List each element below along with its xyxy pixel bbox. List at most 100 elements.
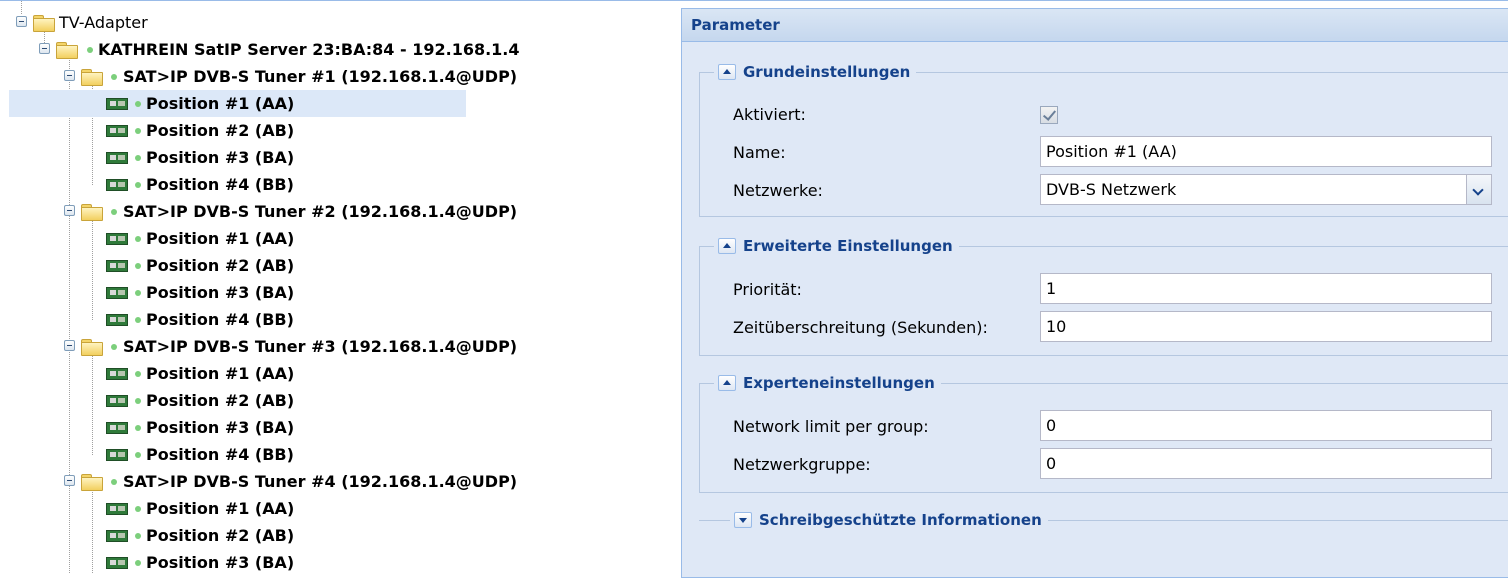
adapter-tree: TV-Adapter KATHREIN SatIP Server 23:BA:8…	[0, 1, 672, 573]
tree-node-label: Position #3 (BA)	[146, 283, 295, 302]
status-online-icon	[135, 236, 141, 242]
panel-splitter[interactable]	[672, 1, 681, 573]
tree-node-position[interactable]: Position #3 (BA)	[0, 414, 672, 441]
tree-node-position[interactable]: Position #3 (BA)	[0, 279, 672, 306]
panel-title: Parameter	[691, 16, 780, 34]
expand-section-icon[interactable]	[734, 512, 752, 528]
status-online-icon	[87, 47, 93, 53]
tree-node-position-selected[interactable]: Position #1 (AA)	[9, 90, 466, 117]
folder-icon	[81, 474, 103, 491]
fieldset-legend: Schreibgeschützte Informationen	[730, 508, 1048, 532]
collapse-icon[interactable]	[64, 340, 75, 351]
tree-node-position[interactable]: Position #4 (BB)	[0, 306, 672, 333]
tree-node-label: Position #2 (AB)	[146, 256, 295, 275]
status-online-icon	[111, 479, 117, 485]
tree-node-position[interactable]: Position #3 (BA)	[0, 549, 672, 573]
networks-select[interactable]: DVB-S Netzwerk	[1040, 174, 1492, 205]
parameter-panel: Parameter Grundeinstellungen Aktiviert: …	[681, 8, 1508, 578]
networks-select-value: DVB-S Netzwerk	[1046, 180, 1177, 199]
tuner-card-icon	[106, 98, 128, 110]
tree-node-server[interactable]: KATHREIN SatIP Server 23:BA:84 - 192.168…	[0, 36, 672, 63]
status-online-icon	[135, 155, 141, 161]
tuner-card-icon	[106, 395, 128, 407]
tree-node-label: Position #3 (BA)	[146, 553, 295, 572]
collapse-section-icon[interactable]	[718, 64, 736, 80]
tree-node-position[interactable]: Position #1 (AA)	[0, 225, 672, 252]
tree-node-tuner-4[interactable]: SAT>IP DVB-S Tuner #4 (192.168.1.4@UDP)	[0, 468, 672, 495]
status-online-icon	[135, 452, 141, 458]
tuner-card-icon	[106, 179, 128, 191]
panel-header: Parameter	[682, 9, 1508, 42]
tuner-card-icon	[106, 368, 128, 380]
section-title: Grundeinstellungen	[743, 63, 911, 81]
priority-input[interactable]: 1	[1040, 273, 1492, 304]
tree-node-label: Position #2 (AB)	[146, 391, 295, 410]
tree-node-position[interactable]: Position #2 (AB)	[0, 252, 672, 279]
network-limit-label: Network limit per group:	[733, 417, 929, 436]
collapse-section-icon[interactable]	[718, 375, 736, 391]
timeout-label: Zeitüberschreitung (Sekunden):	[733, 318, 988, 337]
priority-label: Priorität:	[733, 280, 802, 299]
section-title: Erweiterte Einstellungen	[743, 237, 953, 255]
networks-label: Netzwerke:	[733, 181, 823, 200]
section-title: Schreibgeschützte Informationen	[759, 511, 1042, 529]
tuner-card-icon	[106, 260, 128, 272]
tree-node-label: Position #2 (AB)	[146, 121, 295, 140]
tree-node-position[interactable]: Position #1 (AA)	[0, 360, 672, 387]
tree-node-position[interactable]: Position #2 (AB)	[0, 522, 672, 549]
tuner-card-icon	[106, 557, 128, 569]
tree-node-label: TV-Adapter	[59, 13, 148, 32]
tree-node-label: SAT>IP DVB-S Tuner #4 (192.168.1.4@UDP)	[123, 472, 518, 491]
collapse-section-icon[interactable]	[718, 238, 736, 254]
tree-node-position[interactable]: Position #4 (BB)	[0, 441, 672, 468]
tuner-card-icon	[106, 422, 128, 434]
section-title: Experteneinstellungen	[743, 374, 935, 392]
tuner-card-icon	[106, 152, 128, 164]
network-group-label: Netzwerkgruppe:	[733, 455, 871, 474]
tree-node-label: Position #4 (BB)	[146, 310, 294, 329]
name-label: Name:	[733, 143, 786, 162]
status-online-icon	[135, 101, 141, 107]
enabled-label: Aktiviert:	[733, 105, 806, 124]
tree-node-tuner-1[interactable]: SAT>IP DVB-S Tuner #1 (192.168.1.4@UDP)	[0, 63, 672, 90]
folder-icon	[56, 42, 78, 59]
tree-node-position[interactable]: Position #3 (BA)	[0, 144, 672, 171]
status-online-icon	[135, 398, 141, 404]
tree-node-label: Position #2 (AB)	[146, 526, 295, 545]
status-online-icon	[135, 263, 141, 269]
status-online-icon	[135, 533, 141, 539]
tree-node-tuner-3[interactable]: SAT>IP DVB-S Tuner #3 (192.168.1.4@UDP)	[0, 333, 672, 360]
tuner-card-icon	[106, 449, 128, 461]
tuner-card-icon	[106, 125, 128, 137]
collapse-icon[interactable]	[39, 43, 50, 54]
collapse-icon[interactable]	[16, 16, 27, 27]
network-limit-input[interactable]: 0	[1040, 410, 1492, 441]
tree-node-label: SAT>IP DVB-S Tuner #2 (192.168.1.4@UDP)	[123, 202, 518, 221]
tree-node-root[interactable]: TV-Adapter	[0, 9, 672, 36]
collapse-icon[interactable]	[64, 205, 75, 216]
panel-body: Grundeinstellungen Aktiviert: Name: Posi…	[682, 42, 1508, 577]
folder-icon	[81, 204, 103, 221]
status-online-icon	[111, 74, 117, 80]
tree-node-label: Position #4 (BB)	[146, 445, 294, 464]
fieldset-basic: Grundeinstellungen Aktiviert: Name: Posi…	[699, 60, 1508, 217]
status-online-icon	[135, 371, 141, 377]
tree-node-label: SAT>IP DVB-S Tuner #3 (192.168.1.4@UDP)	[123, 337, 518, 356]
network-group-input[interactable]: 0	[1040, 448, 1492, 479]
timeout-input[interactable]: 10	[1040, 311, 1492, 342]
name-input[interactable]: Position #1 (AA)	[1040, 136, 1492, 167]
chevron-down-icon[interactable]	[1466, 174, 1492, 205]
tuner-card-icon	[106, 503, 128, 515]
fieldset-advanced: Erweiterte Einstellungen Priorität: 1 Ze…	[699, 234, 1508, 356]
status-online-icon	[135, 317, 141, 323]
tree-node-tuner-2[interactable]: SAT>IP DVB-S Tuner #2 (192.168.1.4@UDP)	[0, 198, 672, 225]
tree-node-position[interactable]: Position #4 (BB)	[0, 171, 672, 198]
collapse-icon[interactable]	[64, 70, 75, 81]
tree-node-position[interactable]: Position #2 (AB)	[0, 117, 672, 144]
collapse-icon[interactable]	[64, 475, 75, 486]
enabled-checkbox[interactable]	[1040, 106, 1058, 124]
folder-icon	[81, 69, 103, 86]
tree-node-label: Position #1 (AA)	[146, 364, 295, 383]
tree-node-position[interactable]: Position #1 (AA)	[0, 495, 672, 522]
tree-node-position[interactable]: Position #2 (AB)	[0, 387, 672, 414]
